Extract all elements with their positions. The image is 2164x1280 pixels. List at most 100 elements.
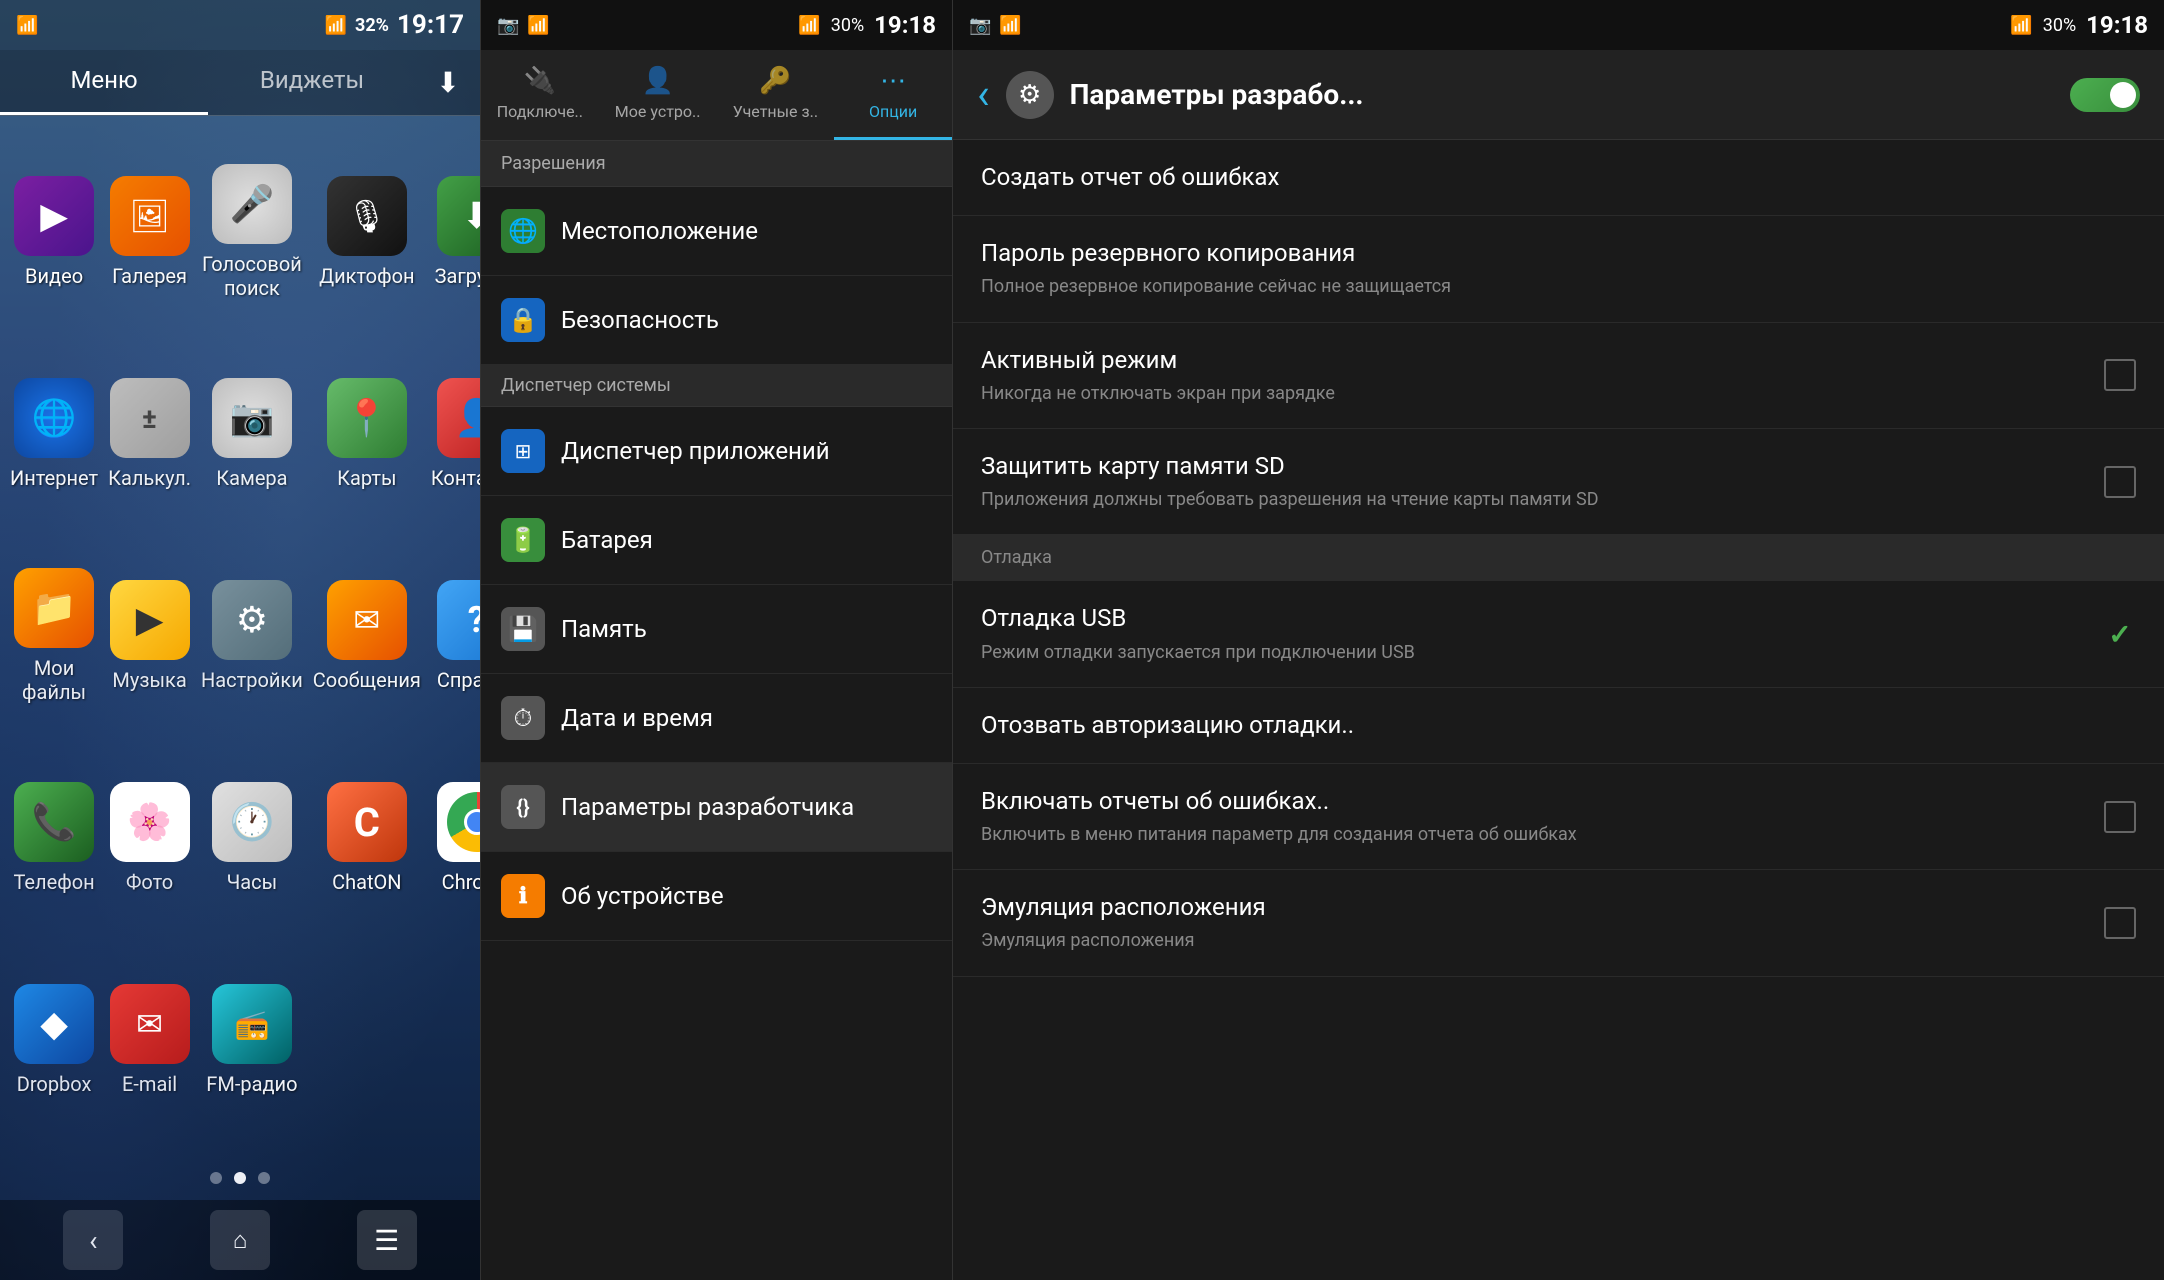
emulation-sub: Эмуляция расположения xyxy=(981,928,2088,953)
tab-menu[interactable]: Меню xyxy=(0,50,208,115)
dev-item-usb-debug[interactable]: Отладка USB Режим отладки запускается пр… xyxy=(953,581,2164,687)
app-internet[interactable]: 🌐 Интернет xyxy=(10,378,98,490)
back-button-dev[interactable]: ‹ xyxy=(977,70,990,119)
nav-home[interactable]: ⌂ xyxy=(210,1210,270,1270)
app-voice[interactable]: 🎤 Голосовой поиск xyxy=(201,164,303,300)
active-mode-checkbox[interactable] xyxy=(2104,359,2136,391)
dev-item-protect-sd[interactable]: Защитить карту памяти SD Приложения долж… xyxy=(953,429,2164,535)
tab-connect[interactable]: 🔌 Подключе.. xyxy=(481,50,599,140)
app-music[interactable]: ▶ Музыка xyxy=(108,580,191,692)
app-calc[interactable]: ± Калькул. xyxy=(108,378,191,490)
dev-item-create-report[interactable]: Создать отчет об ошибках xyxy=(953,140,2164,216)
clock-icon-img: 🕐 xyxy=(212,782,292,862)
app-camera[interactable]: 📷 Камера xyxy=(201,378,303,490)
security-title: Безопасность xyxy=(561,306,932,334)
app-downloads[interactable]: ⬇ Загрузки xyxy=(431,176,480,288)
active-mode-title: Активный режим xyxy=(981,345,2088,376)
settings-item-memory[interactable]: 💾 Память xyxy=(481,585,952,674)
device-tab-label: Мое устро.. xyxy=(615,102,701,121)
settings-item-developer[interactable]: {} Параметры разработчика xyxy=(481,763,952,852)
usb-debug-checkbox[interactable] xyxy=(2104,618,2136,650)
app-clock[interactable]: 🕐 Часы xyxy=(201,782,303,894)
page-dot-2[interactable] xyxy=(234,1172,246,1184)
settings-item-apps[interactable]: ⊞ Диспетчер приложений xyxy=(481,407,952,496)
dev-item-backup-password[interactable]: Пароль резервного копирования Полное рез… xyxy=(953,216,2164,322)
app-myfiles[interactable]: 📁 Мои файлы xyxy=(10,568,98,704)
tab-download[interactable]: ⬇ xyxy=(416,50,480,115)
app-chrome[interactable]: Chrome xyxy=(431,782,480,894)
dropbox-icon-img: ◆ xyxy=(14,984,94,1064)
dropbox-label: Dropbox xyxy=(17,1072,92,1096)
dev-item-revoke-auth[interactable]: Отозвать авторизацию отладки.. xyxy=(953,688,2164,764)
app-messages[interactable]: ✉ Сообщения xyxy=(313,580,421,692)
home-icon: ⌂ xyxy=(233,1226,248,1255)
settings-item-security[interactable]: 🔒 Безопасность xyxy=(481,276,952,365)
settings-item-datetime[interactable]: ⏱ Дата и время xyxy=(481,674,952,763)
chrome-icon-img xyxy=(437,782,480,862)
music-icon-img: ▶ xyxy=(110,580,190,660)
app-video[interactable]: ▶ Видео xyxy=(10,176,98,288)
switch-thumb xyxy=(2110,82,2136,108)
gear-icon-dev: ⚙ xyxy=(1018,80,1041,110)
app-chaton[interactable]: C ChatON xyxy=(313,782,421,894)
page-dot-3[interactable] xyxy=(258,1172,270,1184)
page-dot-1[interactable] xyxy=(210,1172,222,1184)
menu-icon: ☰ xyxy=(374,1224,399,1257)
app-phone[interactable]: 📞 Телефон xyxy=(10,782,98,894)
battery-text: Батарея xyxy=(561,526,932,554)
protect-sd-checkbox[interactable] xyxy=(2104,466,2136,498)
dev-item-active-mode[interactable]: Активный режим Никогда не отключать экра… xyxy=(953,323,2164,429)
error-reports-sub: Включить в меню питания параметр для соз… xyxy=(981,822,2088,847)
dev-item-emulation[interactable]: Эмуляция расположения Эмуляция расположе… xyxy=(953,870,2164,976)
dev-item-error-reports[interactable]: Включать отчеты об ошибках.. Включить в … xyxy=(953,764,2164,870)
tab-accounts[interactable]: 🔑 Учетные з.. xyxy=(717,50,835,140)
photos-icon-img: 🌸 xyxy=(110,782,190,862)
dev-master-switch[interactable] xyxy=(2070,78,2140,112)
settings-item-about[interactable]: ℹ Об устройстве xyxy=(481,852,952,941)
email-symbol: ✉ xyxy=(136,1005,163,1043)
nav-menu[interactable]: ☰ xyxy=(357,1210,417,1270)
datetime-icon: ⏱ xyxy=(501,696,545,740)
tab-widgets[interactable]: Виджеты xyxy=(208,50,416,115)
app-help[interactable]: ? Справка xyxy=(431,580,480,692)
app-gallery[interactable]: 🖼 Галерея xyxy=(108,176,191,288)
contacts-icon-img: 👤 xyxy=(437,378,480,458)
app-email[interactable]: ✉ E-mail xyxy=(108,984,191,1096)
developer-panel: 📷 📶 📶 30% 19:18 ‹ ⚙ Параметры разрабо...… xyxy=(952,0,2164,1280)
permissions-header: Разрешения xyxy=(481,141,952,187)
time-dev: 19:18 xyxy=(2086,11,2148,39)
time-settings: 19:18 xyxy=(874,11,936,39)
app-dictaphone[interactable]: 🎙 Диктофон xyxy=(313,176,421,288)
camera-symbol: 📷 xyxy=(229,397,274,439)
nav-bar: ‹ ⌂ ☰ xyxy=(0,1200,480,1280)
device-tab-icon: 👤 xyxy=(641,66,673,96)
app-fmradio[interactable]: 📻 FM-радио xyxy=(201,984,303,1096)
error-reports-checkbox[interactable] xyxy=(2104,801,2136,833)
tab-device[interactable]: 👤 Мое устро.. xyxy=(599,50,717,140)
dev-header: ‹ ⚙ Параметры разрабо... xyxy=(953,50,2164,140)
battery-percent-settings: 30% xyxy=(831,15,864,36)
app-dropbox[interactable]: ◆ Dropbox xyxy=(10,984,98,1096)
settings-item-location[interactable]: 🌐 Местоположение xyxy=(481,187,952,276)
app-photos[interactable]: 🌸 Фото xyxy=(108,782,191,894)
home-tab-bar: Меню Виджеты ⬇ xyxy=(0,50,480,116)
notif-icon-dev: 📷 xyxy=(969,15,991,36)
emulation-checkbox[interactable] xyxy=(2104,907,2136,939)
signal-icon-dev: 📶 xyxy=(2010,15,2032,36)
contacts-label: Контакты xyxy=(431,466,480,490)
voice-icon-img: 🎤 xyxy=(212,164,292,244)
nav-back[interactable]: ‹ xyxy=(63,1210,123,1270)
status-bar-home: 📶 📶 32% 19:17 xyxy=(0,0,480,50)
location-title: Местоположение xyxy=(561,217,932,245)
myfiles-icon-img: 📁 xyxy=(14,568,94,648)
dictaphone-symbol: 🎙 xyxy=(347,197,388,235)
app-contacts[interactable]: 👤 Контакты xyxy=(431,378,480,490)
help-symbol: ? xyxy=(468,599,480,641)
connect-tab-icon: 🔌 xyxy=(524,66,556,96)
status-bar-settings: 📷 📶 📶 30% 19:18 xyxy=(481,0,952,50)
app-settings[interactable]: ⚙ Настройки xyxy=(201,580,303,692)
dev-title: Параметры разрабо... xyxy=(1070,78,2054,111)
settings-item-battery[interactable]: 🔋 Батарея xyxy=(481,496,952,585)
app-maps[interactable]: 📍 Карты xyxy=(313,378,421,490)
tab-options[interactable]: ⋯ Опции xyxy=(834,50,952,140)
